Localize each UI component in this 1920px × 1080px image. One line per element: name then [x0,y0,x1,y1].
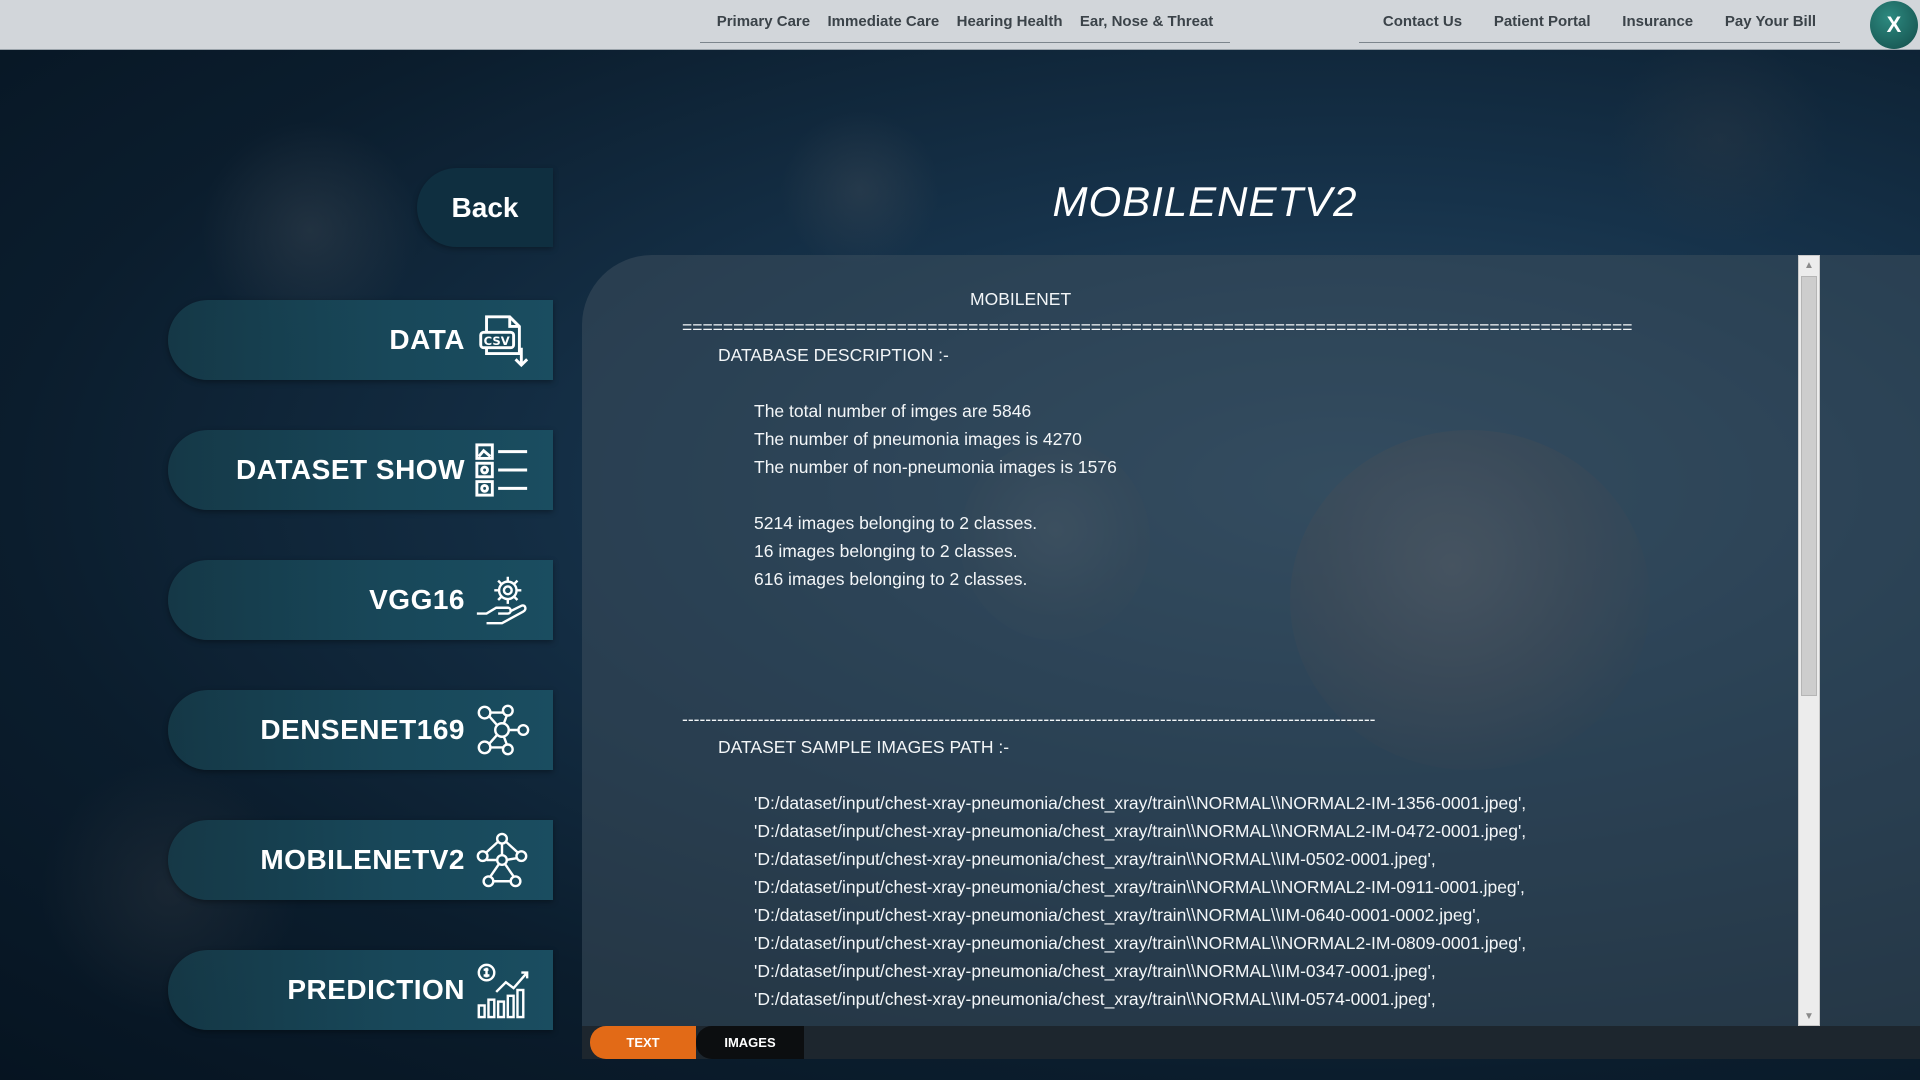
class-count-line: 5214 images belonging to 2 classes. [754,513,1038,533]
results-text-panel: MOBILENET ==============================… [582,255,1920,1026]
growth-chart-icon [471,959,533,1021]
back-button[interactable]: Back [417,168,553,247]
image-path-line: 'D:/dataset/input/chest-xray-pneumonia/c… [754,849,1436,869]
nav-link-insurance[interactable]: Insurance [1622,13,1693,30]
menu-label: DATASET SHOW [236,454,465,485]
scroll-down-icon[interactable]: ▼ [1799,1007,1819,1025]
db-description-line: The number of pneumonia images is 4270 [754,429,1082,449]
class-count-line: 16 images belonging to 2 classes. [754,541,1018,561]
menu-label: DENSENET169 [260,714,465,745]
virus-illustration-blurred [780,110,940,270]
virus-illustration-blurred [1600,40,1840,240]
top-navigation-bar: Primary Care Immediate Care Hearing Heal… [0,0,1920,50]
tab-images[interactable]: IMAGES [696,1026,804,1059]
class-count-line: 616 images belonging to 2 classes. [754,569,1028,589]
menu-button-data[interactable]: DATA CSV [168,300,553,380]
tab-images-label: IMAGES [724,1035,776,1050]
nav-group-account: Contact Us Patient Portal Insurance Pay … [1359,0,1840,43]
image-path-line: 'D:/dataset/input/chest-xray-pneumonia/c… [754,821,1527,841]
nav-link-immediate-care[interactable]: Immediate Care [828,13,940,30]
network-nodes-icon [471,699,533,761]
nav-link-pay-your-bill[interactable]: Pay Your Bill [1725,13,1816,30]
nav-link-ear-nose-throat[interactable]: Ear, Nose & Threat [1080,13,1213,30]
tab-text-label: TEXT [626,1035,660,1050]
nav-group-services: Primary Care Immediate Care Hearing Heal… [700,0,1230,43]
menu-label: VGG16 [369,584,465,615]
separator-line: ========================================… [682,317,1633,337]
menu-button-dataset-show[interactable]: DATASET SHOW [168,430,553,510]
menu-button-densenet169[interactable]: DENSENET169 [168,690,553,770]
nav-link-primary-care[interactable]: Primary Care [717,13,810,30]
image-path-line: 'D:/dataset/input/chest-xray-pneumonia/c… [754,961,1436,981]
image-path-line: 'D:/dataset/input/chest-xray-pneumonia/c… [754,793,1527,813]
back-button-label: Back [451,191,519,223]
nav-link-patient-portal[interactable]: Patient Portal [1494,13,1591,30]
image-path-line: 'D:/dataset/input/chest-xray-pneumonia/c… [754,989,1436,1009]
image-path-line: 'D:/dataset/input/chest-xray-pneumonia/c… [754,877,1525,897]
separator-line: ----------------------------------------… [682,709,1376,729]
results-text-content: MOBILENET ==============================… [682,285,1782,1020]
image-path-line: 'D:/dataset/input/chest-xray-pneumonia/c… [754,905,1481,925]
close-button[interactable]: X [1870,1,1918,49]
tab-text[interactable]: TEXT [590,1026,696,1059]
csv-download-icon: CSV [471,309,533,371]
menu-label: PREDICTION [287,974,465,1005]
image-list-icon [471,439,533,501]
scroll-thumb[interactable] [1801,276,1817,696]
close-icon: X [1886,12,1902,37]
section-header-database: DATABASE DESCRIPTION :- [718,345,949,365]
menu-button-prediction[interactable]: PREDICTION [168,950,553,1030]
content-heading: MOBILENET [970,289,1072,309]
menu-button-mobilenetv2[interactable]: MOBILENETV2 [168,820,553,900]
db-description-line: The number of non-pneumonia images is 15… [754,457,1117,477]
section-header-paths: DATASET SAMPLE IMAGES PATH :- [718,737,1010,757]
svg-text:CSV: CSV [484,334,510,348]
page-title: MOBILENETV2 [1052,178,1358,225]
nav-link-hearing-health[interactable]: Hearing Health [957,13,1063,30]
db-description-line: The total number of imges are 5846 [754,401,1032,421]
image-path-line: 'D:/dataset/input/chest-xray-pneumonia/c… [754,933,1527,953]
menu-label: MOBILENETV2 [260,844,465,875]
menu-label: DATA [389,324,465,355]
menu-button-vgg16[interactable]: VGG16 [168,560,553,640]
scroll-up-icon[interactable]: ▲ [1799,256,1819,274]
vertical-scrollbar[interactable]: ▲ ▼ [1798,255,1820,1026]
nav-link-contact-us[interactable]: Contact Us [1383,13,1462,30]
node-graph-icon [471,829,533,891]
hand-gear-icon [471,569,533,631]
